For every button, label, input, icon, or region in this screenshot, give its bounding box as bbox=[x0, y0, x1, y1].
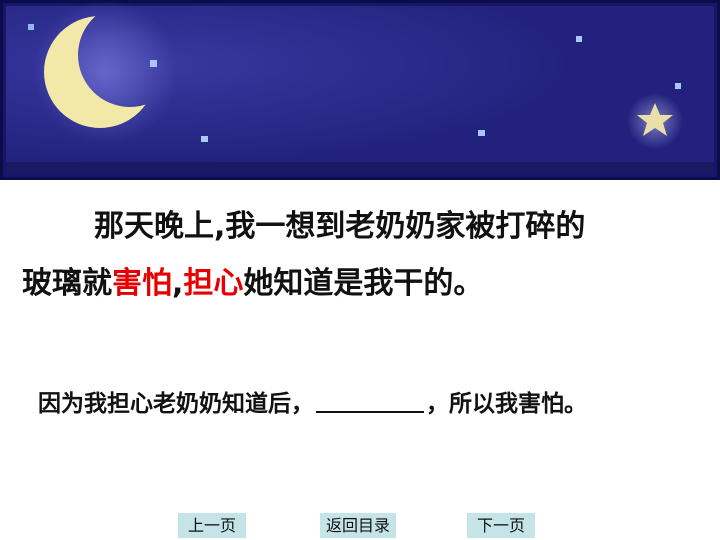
question-text-after: ，所以我害怕。 bbox=[426, 391, 587, 417]
passage-line-1: 那天晚上,我一想到老奶奶家被打碎的 bbox=[94, 209, 586, 244]
passage-text: 玻璃就 bbox=[22, 266, 112, 301]
question-text-before: 因为我担心老奶奶知道后， bbox=[38, 391, 314, 417]
night-sky-banner bbox=[0, 0, 720, 180]
star-dot bbox=[150, 60, 157, 67]
highlight-word-afraid: 害怕 bbox=[112, 266, 172, 301]
star-dot bbox=[478, 130, 485, 136]
story-passage: 那天晚上,我一想到老奶奶家被打碎的 玻璃就害怕,担心她知道是我干的。 bbox=[22, 198, 702, 312]
star-dot bbox=[576, 36, 582, 42]
passage-text: 她知道是我干的。 bbox=[243, 266, 484, 301]
star-dot bbox=[675, 83, 681, 89]
star-dot bbox=[201, 136, 208, 142]
moon bbox=[0, 0, 720, 180]
back-to-contents-button[interactable]: 返回目录 bbox=[320, 513, 396, 538]
passage-line-2: 玻璃就害怕,担心她知道是我干的。 bbox=[22, 255, 702, 312]
star-dot bbox=[28, 24, 34, 30]
passage-comma: , bbox=[172, 266, 184, 301]
next-page-button[interactable]: 下一页 bbox=[467, 513, 535, 538]
previous-page-button[interactable]: 上一页 bbox=[178, 513, 246, 538]
fill-in-question: 因为我担心老奶奶知道后， ，所以我害怕。 bbox=[38, 384, 708, 424]
highlight-word-worried: 担心 bbox=[183, 266, 244, 301]
answer-blank[interactable] bbox=[316, 385, 424, 413]
